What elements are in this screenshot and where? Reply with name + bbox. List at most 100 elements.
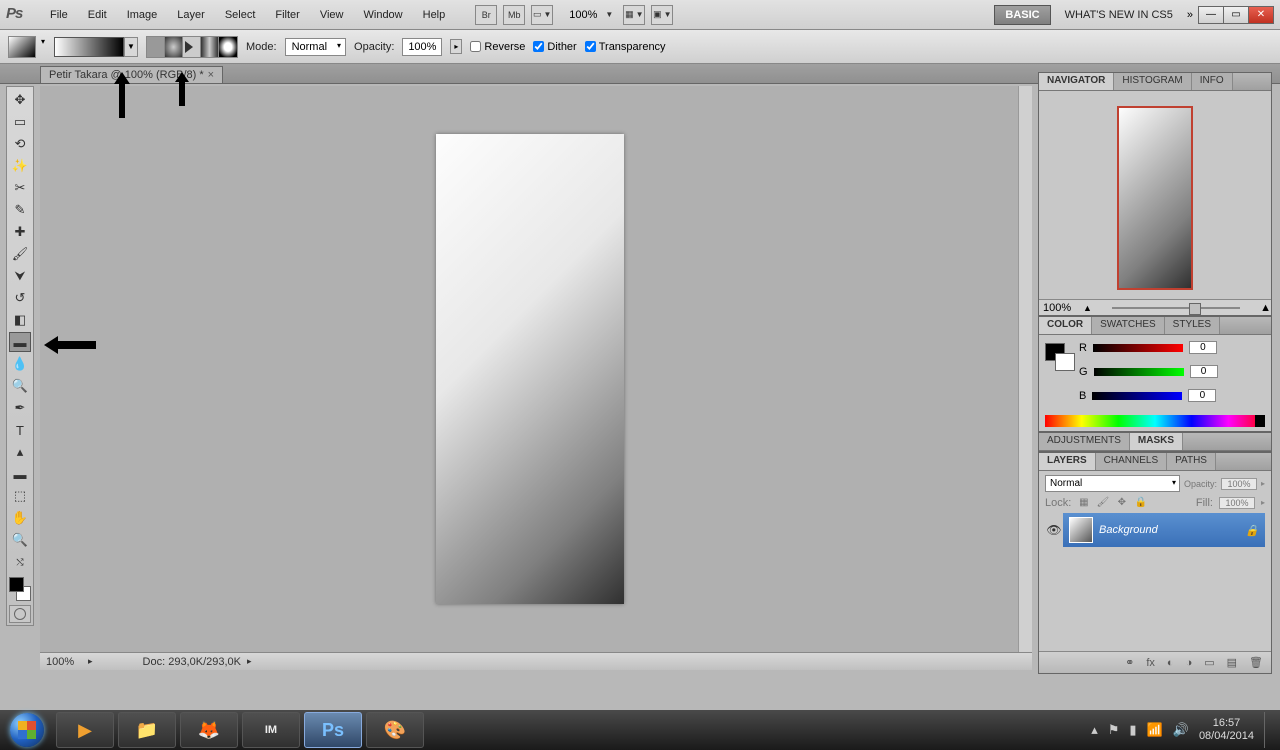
tab-swatches[interactable]: SWATCHES	[1092, 317, 1165, 334]
zoom-readout[interactable]: 100%	[563, 9, 603, 21]
reverse-checkbox[interactable]: Reverse	[470, 41, 525, 53]
tab-info[interactable]: INFO	[1192, 73, 1233, 90]
zoom-out-icon[interactable]: ▲	[1083, 303, 1092, 313]
zoom-tool[interactable]: 🔍	[9, 530, 31, 550]
b-slider[interactable]	[1092, 392, 1182, 400]
layer-fill-value[interactable]: 100%	[1219, 497, 1255, 509]
gradient-angle-button[interactable]	[183, 37, 201, 57]
3d-tool[interactable]: ⬚	[9, 486, 31, 506]
g-value[interactable]: 0	[1190, 365, 1218, 378]
g-slider[interactable]	[1094, 368, 1184, 376]
minimize-button[interactable]: —	[1198, 6, 1224, 24]
close-button[interactable]: ✕	[1248, 6, 1274, 24]
tray-clock[interactable]: 16:57 08/04/2014	[1199, 717, 1254, 743]
color-swatches[interactable]	[9, 577, 31, 601]
tab-adjustments[interactable]: ADJUSTMENTS	[1039, 433, 1130, 450]
eyedropper-tool[interactable]: ✎	[9, 200, 31, 220]
document-canvas[interactable]	[436, 134, 624, 604]
opacity-flyout-icon[interactable]: ▸	[450, 39, 462, 54]
tray-expand-icon[interactable]: ▴	[1091, 722, 1098, 738]
tab-histogram[interactable]: HISTOGRAM	[1114, 73, 1191, 90]
history-brush-tool[interactable]: ↺	[9, 288, 31, 308]
navigator-thumbnail[interactable]	[1117, 106, 1193, 290]
marquee-tool[interactable]: ▭	[9, 112, 31, 132]
menu-view[interactable]: View	[310, 5, 354, 25]
opacity-flyout-icon[interactable]: ▸	[1261, 479, 1265, 488]
tab-color[interactable]: COLOR	[1039, 317, 1092, 334]
bg-color-swatch[interactable]	[1055, 353, 1075, 371]
gradient-radial-button[interactable]	[165, 37, 183, 57]
tab-layers[interactable]: LAYERS	[1039, 453, 1096, 470]
close-tab-icon[interactable]: ×	[208, 69, 214, 81]
fill-flyout-icon[interactable]: ▸	[1261, 498, 1265, 507]
foreground-color[interactable]	[9, 577, 24, 592]
color-ramp[interactable]	[1045, 415, 1265, 427]
healing-tool[interactable]: ✚	[9, 222, 31, 242]
color-swatch-pair[interactable]	[1045, 343, 1065, 361]
opacity-input[interactable]: 100%	[402, 38, 442, 56]
gradient-tool[interactable]: ▬	[9, 332, 31, 352]
delete-layer-icon[interactable]: 🗑	[1249, 656, 1263, 669]
tab-navigator[interactable]: NAVIGATOR	[1039, 73, 1114, 90]
tray-volume-icon[interactable]: 🔊	[1173, 722, 1189, 738]
menu-image[interactable]: Image	[117, 5, 168, 25]
lock-trans-icon[interactable]: ▦	[1077, 496, 1090, 509]
pen-tool[interactable]: ✒	[9, 398, 31, 418]
gradient-picker-dropdown[interactable]: ▼	[124, 37, 138, 57]
dither-checkbox[interactable]: Dither	[533, 41, 576, 53]
r-slider[interactable]	[1093, 344, 1183, 352]
gradient-preview[interactable]	[54, 37, 124, 57]
menu-edit[interactable]: Edit	[78, 5, 117, 25]
tray-network-icon[interactable]: 📶	[1147, 722, 1163, 738]
gradient-diamond-button[interactable]	[219, 37, 237, 57]
menu-help[interactable]: Help	[413, 5, 456, 25]
show-desktop-button[interactable]	[1264, 712, 1272, 748]
menu-file[interactable]: File	[40, 5, 78, 25]
taskbar-imvu[interactable]: IM	[242, 712, 300, 748]
eraser-tool[interactable]: ◧	[9, 310, 31, 330]
layer-opacity-value[interactable]: 100%	[1221, 478, 1257, 490]
tool-preset-picker[interactable]	[8, 36, 36, 58]
tab-paths[interactable]: PATHS	[1167, 453, 1216, 470]
chevron-down-icon[interactable]: ▼	[605, 10, 613, 19]
minibridge-button[interactable]: Mb	[503, 5, 525, 25]
menu-layer[interactable]: Layer	[167, 5, 215, 25]
navigator-zoom-slider[interactable]	[1112, 307, 1240, 309]
lock-pixels-icon[interactable]: 🖌	[1096, 496, 1109, 509]
b-value[interactable]: 0	[1188, 389, 1216, 402]
workspace-more-icon[interactable]: »	[1187, 9, 1193, 21]
vertical-scrollbar[interactable]	[1018, 86, 1032, 652]
dodge-tool[interactable]: 🔍	[9, 376, 31, 396]
gradient-reflected-button[interactable]	[201, 37, 219, 57]
layer-fx-icon[interactable]: fx	[1146, 657, 1155, 669]
lasso-tool[interactable]: ⟲	[9, 134, 31, 154]
magic-wand-tool[interactable]: ✨	[9, 156, 31, 176]
screen-button[interactable]: ▣▼	[651, 5, 673, 25]
move-tool[interactable]: ✥	[9, 90, 31, 110]
lock-all-icon[interactable]: 🔒	[1134, 496, 1147, 509]
crop-tool[interactable]: ✂	[9, 178, 31, 198]
layer-mask-icon[interactable]: ◐	[1167, 657, 1174, 669]
tray-flag-icon[interactable]: ⚑	[1108, 722, 1120, 738]
tab-styles[interactable]: STYLES	[1165, 317, 1220, 334]
menu-select[interactable]: Select	[215, 5, 266, 25]
menu-filter[interactable]: Filter	[265, 5, 309, 25]
bridge-button[interactable]: Br	[475, 5, 497, 25]
layer-group-icon[interactable]: ▭	[1204, 656, 1214, 669]
menu-window[interactable]: Window	[354, 5, 413, 25]
r-value[interactable]: 0	[1189, 341, 1217, 354]
screenmode-button[interactable]: ▭▼	[531, 5, 553, 25]
blend-mode-select[interactable]: Normal	[285, 38, 346, 56]
navigator-zoom-value[interactable]: 100%	[1039, 302, 1083, 314]
shape-tool[interactable]: ▬	[9, 464, 31, 484]
new-layer-icon[interactable]: ▤	[1227, 656, 1237, 669]
tab-channels[interactable]: CHANNELS	[1096, 453, 1167, 470]
workspace-basic-button[interactable]: BASIC	[994, 5, 1050, 25]
layer-thumbnail[interactable]	[1069, 517, 1093, 543]
swap-colors-icon[interactable]: ⤭	[9, 552, 31, 572]
layer-item-background[interactable]: Background 🔒	[1063, 513, 1265, 547]
transparency-checkbox[interactable]: Transparency	[585, 41, 666, 53]
path-select-tool[interactable]: ▴	[9, 442, 31, 462]
taskbar-explorer[interactable]: 📁	[118, 712, 176, 748]
adjustment-layer-icon[interactable]: ◑	[1186, 657, 1193, 669]
